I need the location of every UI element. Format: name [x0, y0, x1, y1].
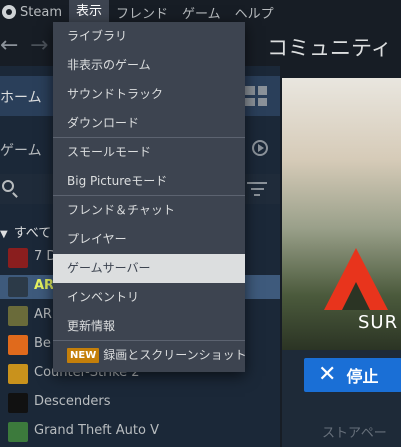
menu-item[interactable]: ゲームサーバー [53, 254, 245, 283]
home-label: ホーム [0, 90, 42, 106]
menu-item-label: フレンド＆チャット [67, 203, 175, 217]
game-icon [8, 248, 28, 268]
hero-title-text: SUR [358, 312, 399, 333]
search-icon [2, 180, 14, 192]
grid-view-icon[interactable] [245, 86, 267, 106]
game-name: Be [34, 336, 51, 351]
menu-item-label: ライブラリ [67, 29, 128, 43]
menu-games[interactable]: ゲーム [175, 3, 228, 22]
menu-item-label: 録画とスクリーンショット [103, 348, 247, 362]
menu-item-label: サウンドトラック [67, 87, 164, 101]
menu-item[interactable]: プレイヤー [53, 225, 245, 254]
game-name: AR [34, 278, 55, 293]
menu-help[interactable]: ヘルプ [228, 3, 281, 22]
menu-item-label: インベントリ [67, 290, 140, 304]
game-hero-image: SUR [282, 78, 401, 350]
game-name: Grand Theft Auto V [34, 423, 159, 438]
menu-item-label: 非表示のゲーム [67, 58, 151, 72]
filter-icon[interactable] [247, 182, 267, 196]
game-list-item[interactable]: Grand Theft Auto V [0, 420, 280, 444]
stop-button[interactable]: ✕ 停止 [304, 358, 401, 392]
game-icon [8, 306, 28, 326]
menu-steam[interactable]: Steam [20, 5, 69, 20]
menu-item[interactable]: フレンド＆チャット [53, 196, 245, 225]
game-icon [8, 277, 28, 297]
menu-separator [53, 137, 245, 138]
menu-separator [53, 195, 245, 196]
menu-view[interactable]: 表示 [68, 0, 109, 24]
menu-item[interactable]: NEW 録画とスクリーンショット [53, 341, 247, 370]
all-games-header[interactable]: ▼ すべて [0, 222, 51, 241]
menu-item[interactable]: スモールモード [53, 138, 245, 167]
menu-item-label: スモールモード [67, 145, 152, 159]
menu-item[interactable]: 非表示のゲーム [53, 51, 245, 80]
game-name: Descenders [34, 394, 111, 409]
menu-item[interactable]: 更新情報 [53, 312, 245, 341]
menu-item-label: 更新情報 [67, 319, 116, 333]
nav-community[interactable]: コミュニティ [267, 32, 392, 62]
view-menu-dropdown: ライブラリ非表示のゲーム サウンドトラック ダウンロード スモールモード Big Pic… [53, 22, 247, 372]
menu-item-label: プレイヤー [67, 232, 127, 246]
menu-item-label: ダウンロード [67, 116, 140, 130]
menu-item[interactable]: ライブラリ [53, 22, 245, 51]
menu-item-label: ゲームサーバー [67, 261, 151, 275]
steam-logo-icon [2, 5, 16, 19]
menu-friends[interactable]: フレンド [109, 3, 175, 22]
back-arrow-icon[interactable]: ← [0, 33, 18, 58]
menu-item-label: Big Pictureモード [67, 174, 168, 188]
menu-item[interactable]: Big Pictureモード [53, 167, 245, 196]
game-icon [8, 422, 28, 442]
game-icon [8, 364, 28, 384]
menu-item[interactable]: インベントリ [53, 283, 245, 312]
store-page-tab[interactable]: ストアペー [322, 422, 387, 441]
game-icon [8, 335, 28, 355]
games-label: ゲーム [0, 143, 42, 159]
new-badge: NEW [67, 348, 100, 363]
menubar: Steam 表示 フレンド ゲーム ヘルプ [0, 0, 401, 24]
menu-separator [53, 340, 245, 341]
menu-item[interactable]: サウンドトラック [53, 80, 245, 109]
play-circle-icon[interactable] [252, 140, 268, 156]
game-icon [8, 393, 28, 413]
game-list-item[interactable]: Descenders [0, 391, 280, 415]
game-action-bar: ✕ 停止 ストアペー [282, 350, 401, 447]
collapse-triangle-icon: ▼ [0, 229, 8, 240]
game-name: AR [34, 307, 52, 322]
stop-button-label: 停止 [346, 367, 379, 386]
all-label: すべて [13, 226, 52, 241]
menu-item[interactable]: ダウンロード [53, 109, 245, 138]
close-icon: ✕ [318, 362, 337, 387]
forward-arrow-icon[interactable]: → [30, 33, 48, 58]
